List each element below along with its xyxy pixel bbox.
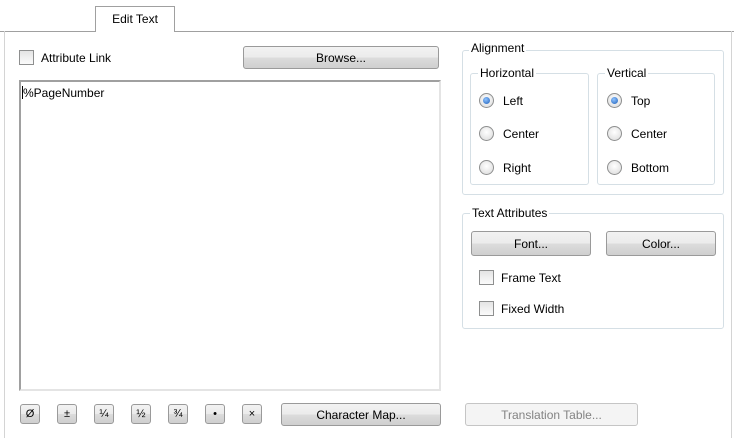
horizontal-title: Horizontal [478,66,537,80]
radio-label: Left [503,93,524,108]
radio-vertical-top[interactable]: Top [607,93,650,108]
editor-text: %PageNumber [23,86,105,100]
font-button[interactable]: Font... [471,231,591,256]
fixed-width-box[interactable] [479,301,494,316]
radio-label: Center [631,126,668,141]
radio-label: Bottom [631,160,670,175]
color-button[interactable]: Color... [606,231,716,256]
text-editor[interactable]: %PageNumber [19,80,441,391]
radio-horizontal-center[interactable]: Center [479,126,539,141]
insert-one-half-button[interactable]: ½ [131,404,151,424]
radio-label: Right [503,160,532,175]
radio-icon[interactable] [607,126,622,141]
insert-bullet-button[interactable]: • [205,404,225,424]
insert-three-quarters-button[interactable]: ¾ [168,404,188,424]
insert-plus-minus-button[interactable]: ± [57,404,77,424]
radio-label: Top [631,93,651,108]
radio-label: Center [503,126,540,141]
translation-table-button: Translation Table... [465,403,638,426]
insert-one-quarter-button[interactable]: ¼ [94,404,114,424]
vertical-title: Vertical [605,66,649,80]
alignment-title: Alignment [469,41,527,55]
frame-text-label: Frame Text [501,270,561,285]
radio-horizontal-left[interactable]: Left [479,93,523,108]
radio-icon[interactable] [607,160,622,175]
attribute-link-label: Attribute Link [41,50,112,65]
radio-icon-selected[interactable] [607,93,622,108]
fixed-width-label: Fixed Width [501,301,565,316]
attribute-link-checkbox[interactable]: Attribute Link [19,50,111,65]
radio-horizontal-right[interactable]: Right [479,160,531,175]
tab-edit-text[interactable]: Edit Text [95,6,175,32]
radio-icon[interactable] [479,160,494,175]
text-attributes-title: Text Attributes [470,206,550,220]
frame-text-box[interactable] [479,270,494,285]
attribute-link-box[interactable] [19,50,34,65]
radio-vertical-center[interactable]: Center [607,126,667,141]
fixed-width-checkbox[interactable]: Fixed Width [479,301,564,316]
browse-button[interactable]: Browse... [243,46,439,69]
radio-icon[interactable] [479,126,494,141]
radio-icon-selected[interactable] [479,93,494,108]
insert-multiply-button[interactable]: × [242,404,262,424]
radio-vertical-bottom[interactable]: Bottom [607,160,669,175]
character-map-button[interactable]: Character Map... [281,403,441,426]
frame-text-checkbox[interactable]: Frame Text [479,270,561,285]
insert-empty-set-button[interactable]: Ø [20,404,40,424]
